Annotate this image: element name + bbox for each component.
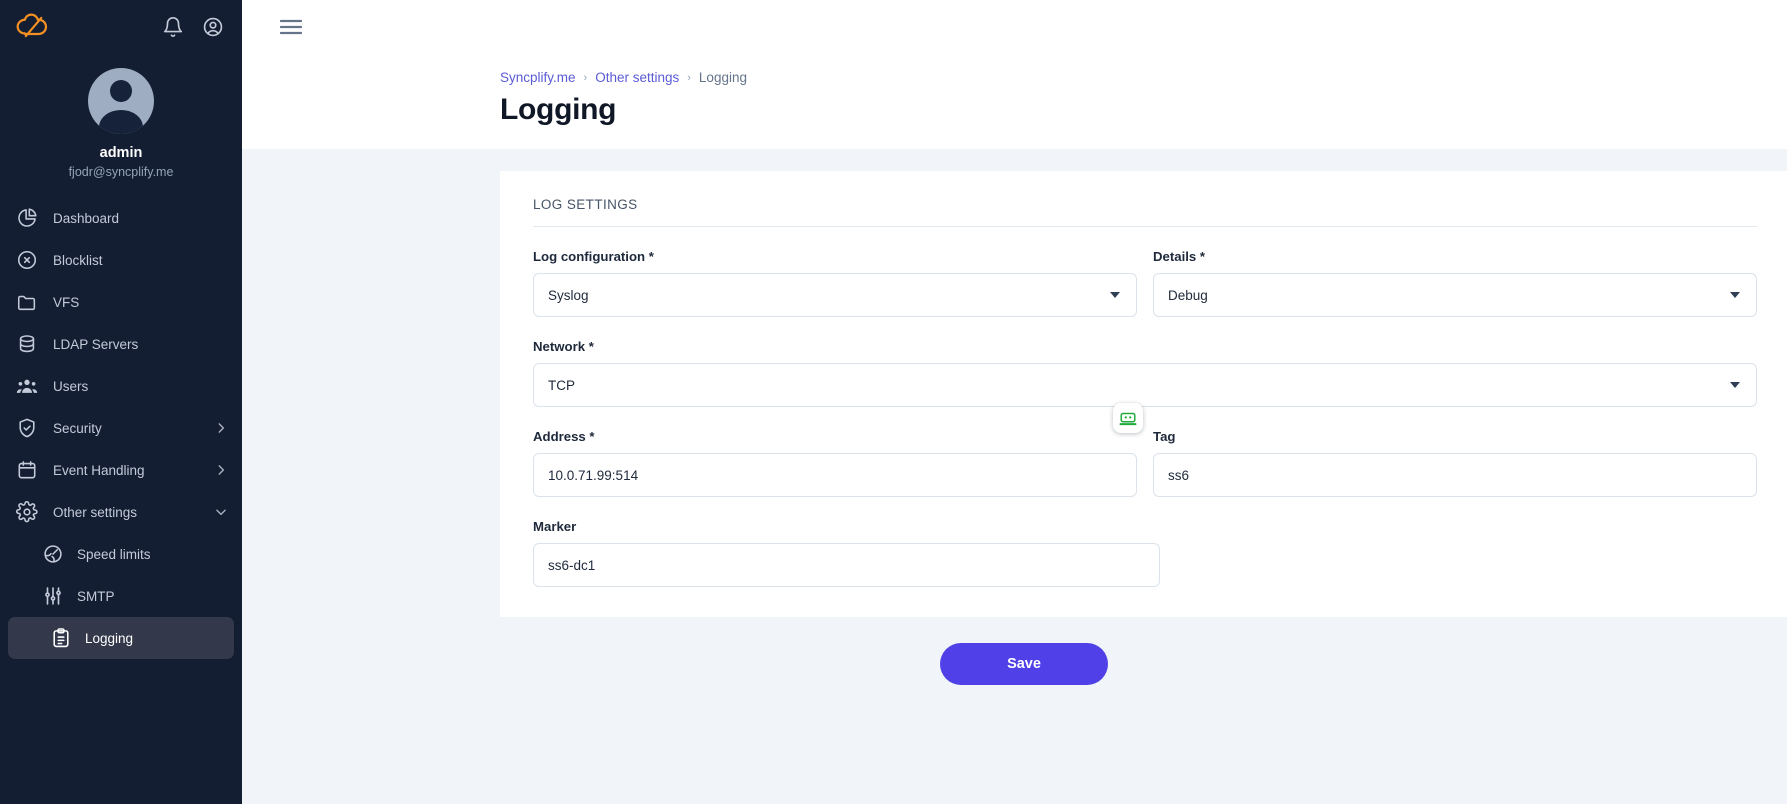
log-configuration-select[interactable]: Syslog <box>533 273 1137 317</box>
sidebar-item-users[interactable]: Users <box>0 365 242 407</box>
chevron-right-icon <box>214 463 228 477</box>
app-root: admin fjodr@syncplify.me Dashboard Block… <box>0 0 1787 804</box>
avatar <box>88 68 154 134</box>
user-account-circle-icon[interactable] <box>202 16 224 38</box>
content-area: LOG SETTINGS Log configuration * Syslog <box>242 149 1787 804</box>
notification-bell-icon[interactable] <box>162 16 184 38</box>
breadcrumb-item-other-settings[interactable]: Other settings <box>595 70 679 85</box>
network-value: TCP <box>548 377 575 393</box>
sidebar-item-label: Speed limits <box>77 546 151 562</box>
chevron-down-icon <box>214 505 228 519</box>
chevron-right-icon <box>214 421 228 435</box>
sidebar-item-vfs[interactable]: VFS <box>0 281 242 323</box>
field-label: Tag <box>1153 429 1176 444</box>
sidebar-header <box>0 0 242 54</box>
form-row-2: Network * TCP <box>533 339 1757 407</box>
form-row-1: Log configuration * Syslog Details * Deb… <box>533 249 1757 317</box>
sidebar-item-other-settings[interactable]: Other settings <box>0 491 242 533</box>
form-row-4: Marker ss6-dc1 <box>533 519 1757 587</box>
main-area: Syncplify.me › Other settings › Logging … <box>242 0 1787 804</box>
sidebar-item-label: SMTP <box>77 588 115 604</box>
marker-input[interactable]: ss6-dc1 <box>533 543 1160 587</box>
sidebar: admin fjodr@syncplify.me Dashboard Block… <box>0 0 242 804</box>
sidebar-item-label: Security <box>53 420 102 436</box>
sliders-icon <box>42 585 64 607</box>
tag-input[interactable]: ss6 <box>1153 453 1757 497</box>
database-icon <box>16 333 38 355</box>
log-settings-card: LOG SETTINGS Log configuration * Syslog <box>500 171 1787 617</box>
sidebar-item-label: Logging <box>85 630 134 646</box>
users-group-icon <box>16 375 38 397</box>
form-row-3: Address * 10.0.71.99:514 Tag ss6 <box>533 429 1757 497</box>
save-button-container: Save <box>258 617 1787 685</box>
shield-check-icon <box>16 417 38 439</box>
sidebar-item-logging[interactable]: Logging <box>8 617 234 659</box>
field-log-configuration: Log configuration * Syslog <box>533 249 1137 317</box>
field-address: Address * 10.0.71.99:514 <box>533 429 1137 497</box>
sidebar-item-ldap-servers[interactable]: LDAP Servers <box>0 323 242 365</box>
chevron-down-icon <box>1110 292 1120 298</box>
sidebar-item-smtp[interactable]: SMTP <box>0 575 242 617</box>
field-network: Network * TCP <box>533 339 1757 407</box>
field-label: Marker <box>533 519 577 534</box>
breadcrumb-separator: › <box>687 71 691 84</box>
hamburger-menu-icon[interactable] <box>280 19 302 35</box>
sidebar-item-label: LDAP Servers <box>53 336 139 352</box>
field-label: Details * <box>1153 249 1206 264</box>
sidebar-item-label: Other settings <box>53 504 138 520</box>
log-configuration-value: Syslog <box>548 287 589 303</box>
address-input[interactable]: 10.0.71.99:514 <box>533 453 1137 497</box>
globe-speed-icon <box>42 543 64 565</box>
address-value: 10.0.71.99:514 <box>548 467 639 483</box>
network-select[interactable]: TCP <box>533 363 1757 407</box>
sidebar-nav: Dashboard Blocklist VFS LDAP Servers Use… <box>0 197 242 659</box>
breadcrumb-item-syncplify[interactable]: Syncplify.me <box>500 70 576 85</box>
sidebar-item-dashboard[interactable]: Dashboard <box>0 197 242 239</box>
sidebar-item-blocklist[interactable]: Blocklist <box>0 239 242 281</box>
breadcrumb-separator: › <box>583 71 588 84</box>
profile-email: fjodr@syncplify.me <box>68 165 174 179</box>
marker-value: ss6-dc1 <box>548 557 596 573</box>
chevron-down-icon <box>1730 382 1740 388</box>
card-section-title: LOG SETTINGS <box>533 197 1757 227</box>
field-details: Details * Debug <box>1153 249 1757 317</box>
gear-icon <box>15 500 38 523</box>
field-tag: Tag ss6 <box>1153 429 1757 497</box>
sidebar-item-label: Users <box>53 378 89 394</box>
topbar <box>242 0 1787 54</box>
field-label: Network * <box>533 339 594 354</box>
sidebar-item-label: VFS <box>53 294 80 310</box>
folder-icon <box>16 291 38 313</box>
sidebar-item-event-handling[interactable]: Event Handling <box>0 449 242 491</box>
pie-chart-icon <box>16 207 38 229</box>
sidebar-item-label: Blocklist <box>53 252 103 268</box>
sidebar-item-label: Dashboard <box>53 210 120 226</box>
tag-value: ss6 <box>1168 467 1190 483</box>
details-value: Debug <box>1168 287 1208 303</box>
field-marker: Marker ss6-dc1 <box>533 519 1160 587</box>
details-select[interactable]: Debug <box>1153 273 1757 317</box>
green-robot-cursor-icon <box>1113 403 1143 433</box>
profile-username: admin <box>99 145 143 161</box>
block-circle-icon <box>16 249 38 271</box>
sidebar-header-icons <box>162 16 224 38</box>
sidebar-item-speed-limits[interactable]: Speed limits <box>0 533 242 575</box>
breadcrumb-item-logging: Logging <box>698 70 747 85</box>
clipboard-list-icon <box>50 627 72 649</box>
field-label: Address * <box>533 429 595 444</box>
field-label: Log configuration * <box>533 249 654 264</box>
sidebar-profile: admin fjodr@syncplify.me <box>0 54 242 179</box>
chevron-down-icon <box>1730 292 1740 298</box>
save-button[interactable]: Save <box>940 643 1108 685</box>
sidebar-item-security[interactable]: Security <box>0 407 242 449</box>
calendar-icon <box>16 459 38 481</box>
syncplify-cloud-logo[interactable] <box>14 12 54 42</box>
page-header: Syncplify.me › Other settings › Logging … <box>242 54 1787 149</box>
breadcrumb: Syncplify.me › Other settings › Logging <box>500 70 1787 85</box>
sidebar-item-label: Event Handling <box>53 462 145 478</box>
page-title: Logging <box>500 93 617 126</box>
